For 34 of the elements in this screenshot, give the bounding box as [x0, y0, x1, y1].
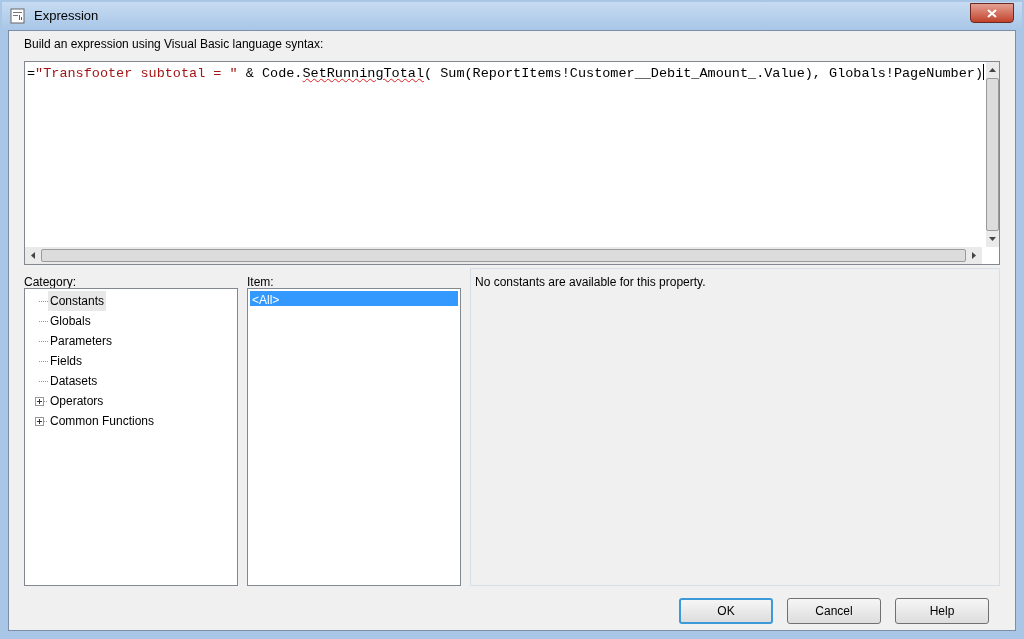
code-text: "Transfooter subtotal = " — [35, 65, 238, 83]
expand-icon[interactable] — [35, 416, 48, 426]
close-icon — [987, 8, 997, 18]
prompt-label: Build an expression using Visual Basic language syntax: — [24, 36, 325, 53]
dialog-button[interactable]: OK — [679, 598, 773, 624]
horizontal-scrollbar[interactable] — [25, 247, 982, 264]
window-title: Expression — [34, 7, 99, 26]
category-item[interactable]: Datasets — [48, 371, 100, 391]
expand-icon[interactable] — [35, 396, 48, 406]
scroll-thumb[interactable] — [41, 249, 966, 262]
category-item[interactable]: Constants — [48, 291, 107, 311]
dialog-button[interactable]: Cancel — [787, 598, 881, 624]
category-item[interactable]: Common Functions — [48, 411, 157, 431]
dialog-button[interactable]: Help — [895, 598, 989, 624]
right-arrow-icon — [972, 252, 976, 259]
code-text: SetRunningTotal — [302, 65, 424, 83]
code-text: & Code. — [244, 65, 303, 83]
up-arrow-icon — [989, 68, 996, 72]
expression-editor[interactable]: ="Transfooter subtotal = " & Code.SetRunningTotal( Sum(ReportItems!Customer__Debit_Amount_.Value), Globals!PageNumber) — [24, 61, 1000, 265]
category-item[interactable]: Fields — [48, 351, 84, 371]
left-arrow-icon — [31, 252, 35, 259]
close-button[interactable] — [970, 3, 1014, 23]
item-label: Item: — [247, 274, 275, 288]
dialog-icon — [10, 8, 26, 24]
category-item[interactable]: Parameters — [48, 331, 115, 351]
vertical-scrollbar[interactable] — [986, 62, 999, 247]
category-item[interactable]: Globals — [48, 311, 93, 331]
description-text: No constants are available for this property. — [475, 275, 706, 289]
category-item[interactable]: Operators — [48, 391, 106, 411]
scroll-thumb[interactable] — [986, 78, 999, 231]
code-text: = — [27, 65, 36, 83]
down-arrow-icon — [989, 237, 996, 241]
category-label: Category: — [24, 274, 78, 288]
code-text: ( Sum(ReportItems!Customer__Debit_Amount_.Value), Globals!PageNumber) — [424, 65, 983, 83]
